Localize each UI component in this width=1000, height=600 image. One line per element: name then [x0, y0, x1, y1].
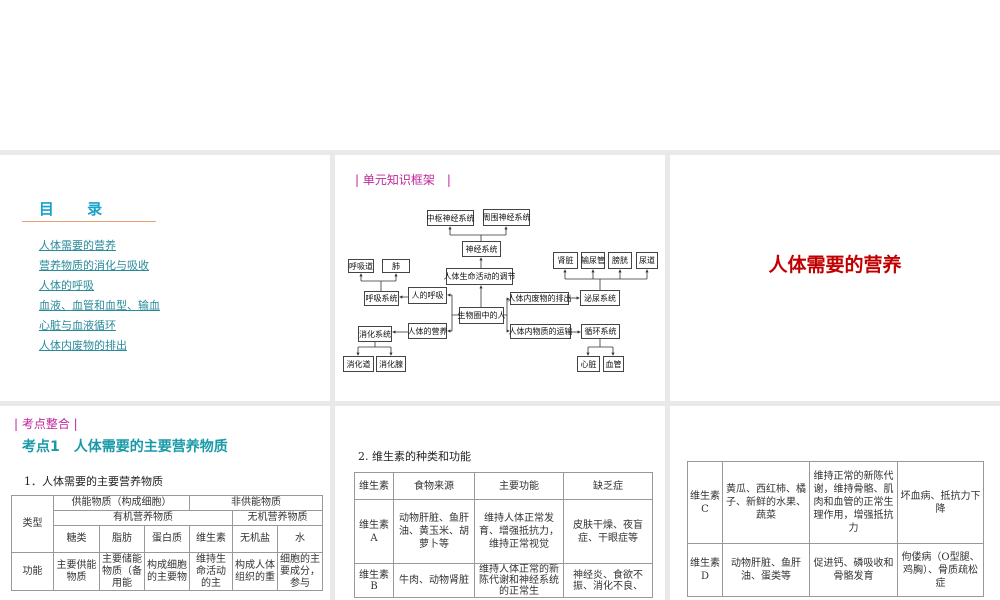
cell: 神经炎、食欲不振、消化不良、 [563, 563, 653, 598]
slide-thumbnail-framework[interactable]: | 单元知识框架 | 中枢神经系统 周围神经系统 神经系统 人体生命活动的调节 … [335, 155, 665, 401]
toc-title: 目 录 [38, 200, 117, 218]
cell: 维持生命活动的主 [189, 552, 233, 591]
node-heart: 心脏 [577, 356, 600, 372]
node-digestive-gland: 消化腺 [376, 356, 406, 372]
cell: 有机营养物质 [53, 510, 233, 526]
cell: 维生素A [354, 499, 394, 564]
cell: 类型 [11, 495, 54, 553]
node-urethra: 尿道 [636, 252, 658, 269]
cell: 无机营养物质 [231, 510, 324, 526]
toc-link[interactable]: 营养物质的消化与吸收 [28, 257, 149, 273]
node-lung: 肺 [382, 259, 410, 273]
header-cell: 维生素 [354, 472, 394, 500]
cell: 细胞的主要成分，参与 [276, 552, 324, 591]
cell: 维生素D [687, 543, 723, 597]
vitamins-table: 维生素 食物来源 主要功能 缺乏症 维生素A 动物肝脏、鱼肝油、黄玉米、胡萝卜等 维持人体… [354, 472, 653, 598]
node-circulatory-system: 循环系统 [581, 324, 620, 339]
cell: 佝偻病（O型腿、鸡胸）、骨质疏松症 [897, 543, 984, 597]
cell: 牛肉、动物肾脏 [393, 563, 475, 598]
slide-thumbnail-title[interactable]: 人体需要的营养 [670, 155, 1000, 401]
node-nutrition: 人体的营养 [408, 323, 448, 339]
slide-thumbnail-vitamins-1[interactable]: 2. 维生素的种类和功能 维生素 食物来源 主要功能 缺乏症 维生素A 动物肝脏、鱼肝油… [335, 406, 665, 600]
cell: 脂肪 [99, 525, 145, 553]
toc-link[interactable]: 人体的呼吸 [28, 277, 94, 293]
subtitle: 2. 维生素的种类和功能 [358, 450, 471, 463]
cell: 蛋白质 [144, 525, 190, 553]
divider [22, 221, 156, 222]
vitamins-table-continued: 维生素C 黄瓜、西红柿、橘子、新鲜的水果、蔬菜 维持正常的新陈代谢，维持骨骼、肌肉和… [687, 461, 984, 597]
slide-title: 人体需要的营养 [768, 254, 902, 276]
node-transport: 人体内物质的运输 [509, 324, 573, 339]
cell: 功能 [11, 552, 54, 591]
node-kidney: 肾脏 [553, 252, 578, 269]
section-label: | 考点整合 | [14, 417, 78, 431]
slide-thumbnail-nutrients[interactable]: | 考点整合 | 考点1 人体需要的主要营养物质 1．人体需要的主要营养物质 类… [0, 406, 330, 600]
cell: 构成细胞的主要物 [144, 552, 190, 591]
cell: 维生素C [687, 461, 723, 544]
cell: 坏血病、抵抗力下降 [897, 461, 984, 544]
header-cell: 主要功能 [474, 472, 564, 500]
slide-thumbnail-vitamins-2[interactable]: 维生素C 黄瓜、西红柿、橘子、新鲜的水果、蔬菜 维持正常的新陈代谢，维持骨骼、肌肉和… [670, 406, 1000, 600]
cell: 动物肝脏、鱼肝油、黄玉米、胡萝卜等 [393, 499, 475, 564]
cell: 维持人体正常发育、增强抵抗力，维持正常视觉 [474, 499, 564, 564]
toc-link[interactable]: 血液、血管和血型、输血 [28, 297, 160, 313]
header-cell: 食物来源 [393, 472, 475, 500]
cell: 促进钙、磷吸收和骨骼发育 [809, 543, 898, 597]
node-pns: 周围神经系统 [483, 209, 531, 226]
node-regulation: 人体生命活动的调节 [444, 268, 516, 285]
cell: 黄瓜、西红柿、橘子、新鲜的水果、蔬菜 [722, 461, 810, 544]
cell: 主要供能物质 [53, 552, 100, 591]
cell: 糖类 [53, 525, 100, 553]
slide-thumbnail-toc[interactable]: 目 录 人体需要的营养 营养物质的消化与吸收 人体的呼吸 血液、血管和血型、输血… [0, 155, 330, 401]
subtitle: 1．人体需要的主要营养物质 [24, 475, 163, 488]
node-breathing: 人的呼吸 [408, 287, 447, 304]
cell: 皮肤干燥、夜盲症、干眼症等 [563, 499, 653, 564]
node-respiratory-system: 呼吸系统 [364, 291, 399, 306]
cell: 动物肝脏、鱼肝油、蛋类等 [722, 543, 810, 597]
node-excretion: 人体内废物的排出 [507, 292, 572, 305]
cell: 供能物质（构成细胞） [53, 495, 190, 511]
cell: 构成人体组织的重 [232, 552, 278, 591]
previous-slide-row [0, 0, 1000, 150]
node-nervous-system: 神经系统 [462, 241, 501, 257]
node-urinary-system: 泌尿系统 [580, 290, 620, 306]
node-center: 生物圈中的人 [458, 307, 506, 324]
node-digestive-tract: 消化道 [343, 356, 374, 372]
nutrients-table: 类型 供能物质（构成细胞） 非供能物质 有机营养物质 无机营养物质 糖类 脂肪 蛋白质 维生… [11, 495, 324, 591]
toc-link[interactable]: 心脏与血液循环 [28, 317, 116, 333]
cell: 非供能物质 [188, 495, 324, 511]
cell: 维持人体正常的新陈代谢和神经系统的正常生 [474, 563, 564, 598]
cell: 维生素B [354, 563, 394, 598]
slide-heading: 考点1 人体需要的主要营养物质 [22, 439, 228, 455]
node-bladder: 膀胱 [608, 252, 632, 269]
cell: 维生素 [189, 525, 233, 553]
node-ureter: 输尿管 [581, 252, 605, 269]
cell: 水 [276, 525, 324, 553]
header-cell: 缺乏症 [563, 472, 653, 500]
cell: 无机盐 [232, 525, 278, 553]
toc-link[interactable]: 人体内废物的排出 [28, 337, 127, 353]
node-airway: 呼吸道 [348, 259, 374, 273]
cell: 维持正常的新陈代谢，维持骨骼、肌肉和血管的正常生理作用，增强抵抗力 [809, 461, 898, 544]
node-cns: 中枢神经系统 [427, 210, 475, 226]
node-vessel: 血管 [603, 356, 624, 372]
toc-link[interactable]: 人体需要的营养 [28, 237, 116, 253]
node-digestive-system: 消化系统 [358, 326, 392, 342]
cell: 主要储能物质（备用能 [99, 552, 145, 591]
